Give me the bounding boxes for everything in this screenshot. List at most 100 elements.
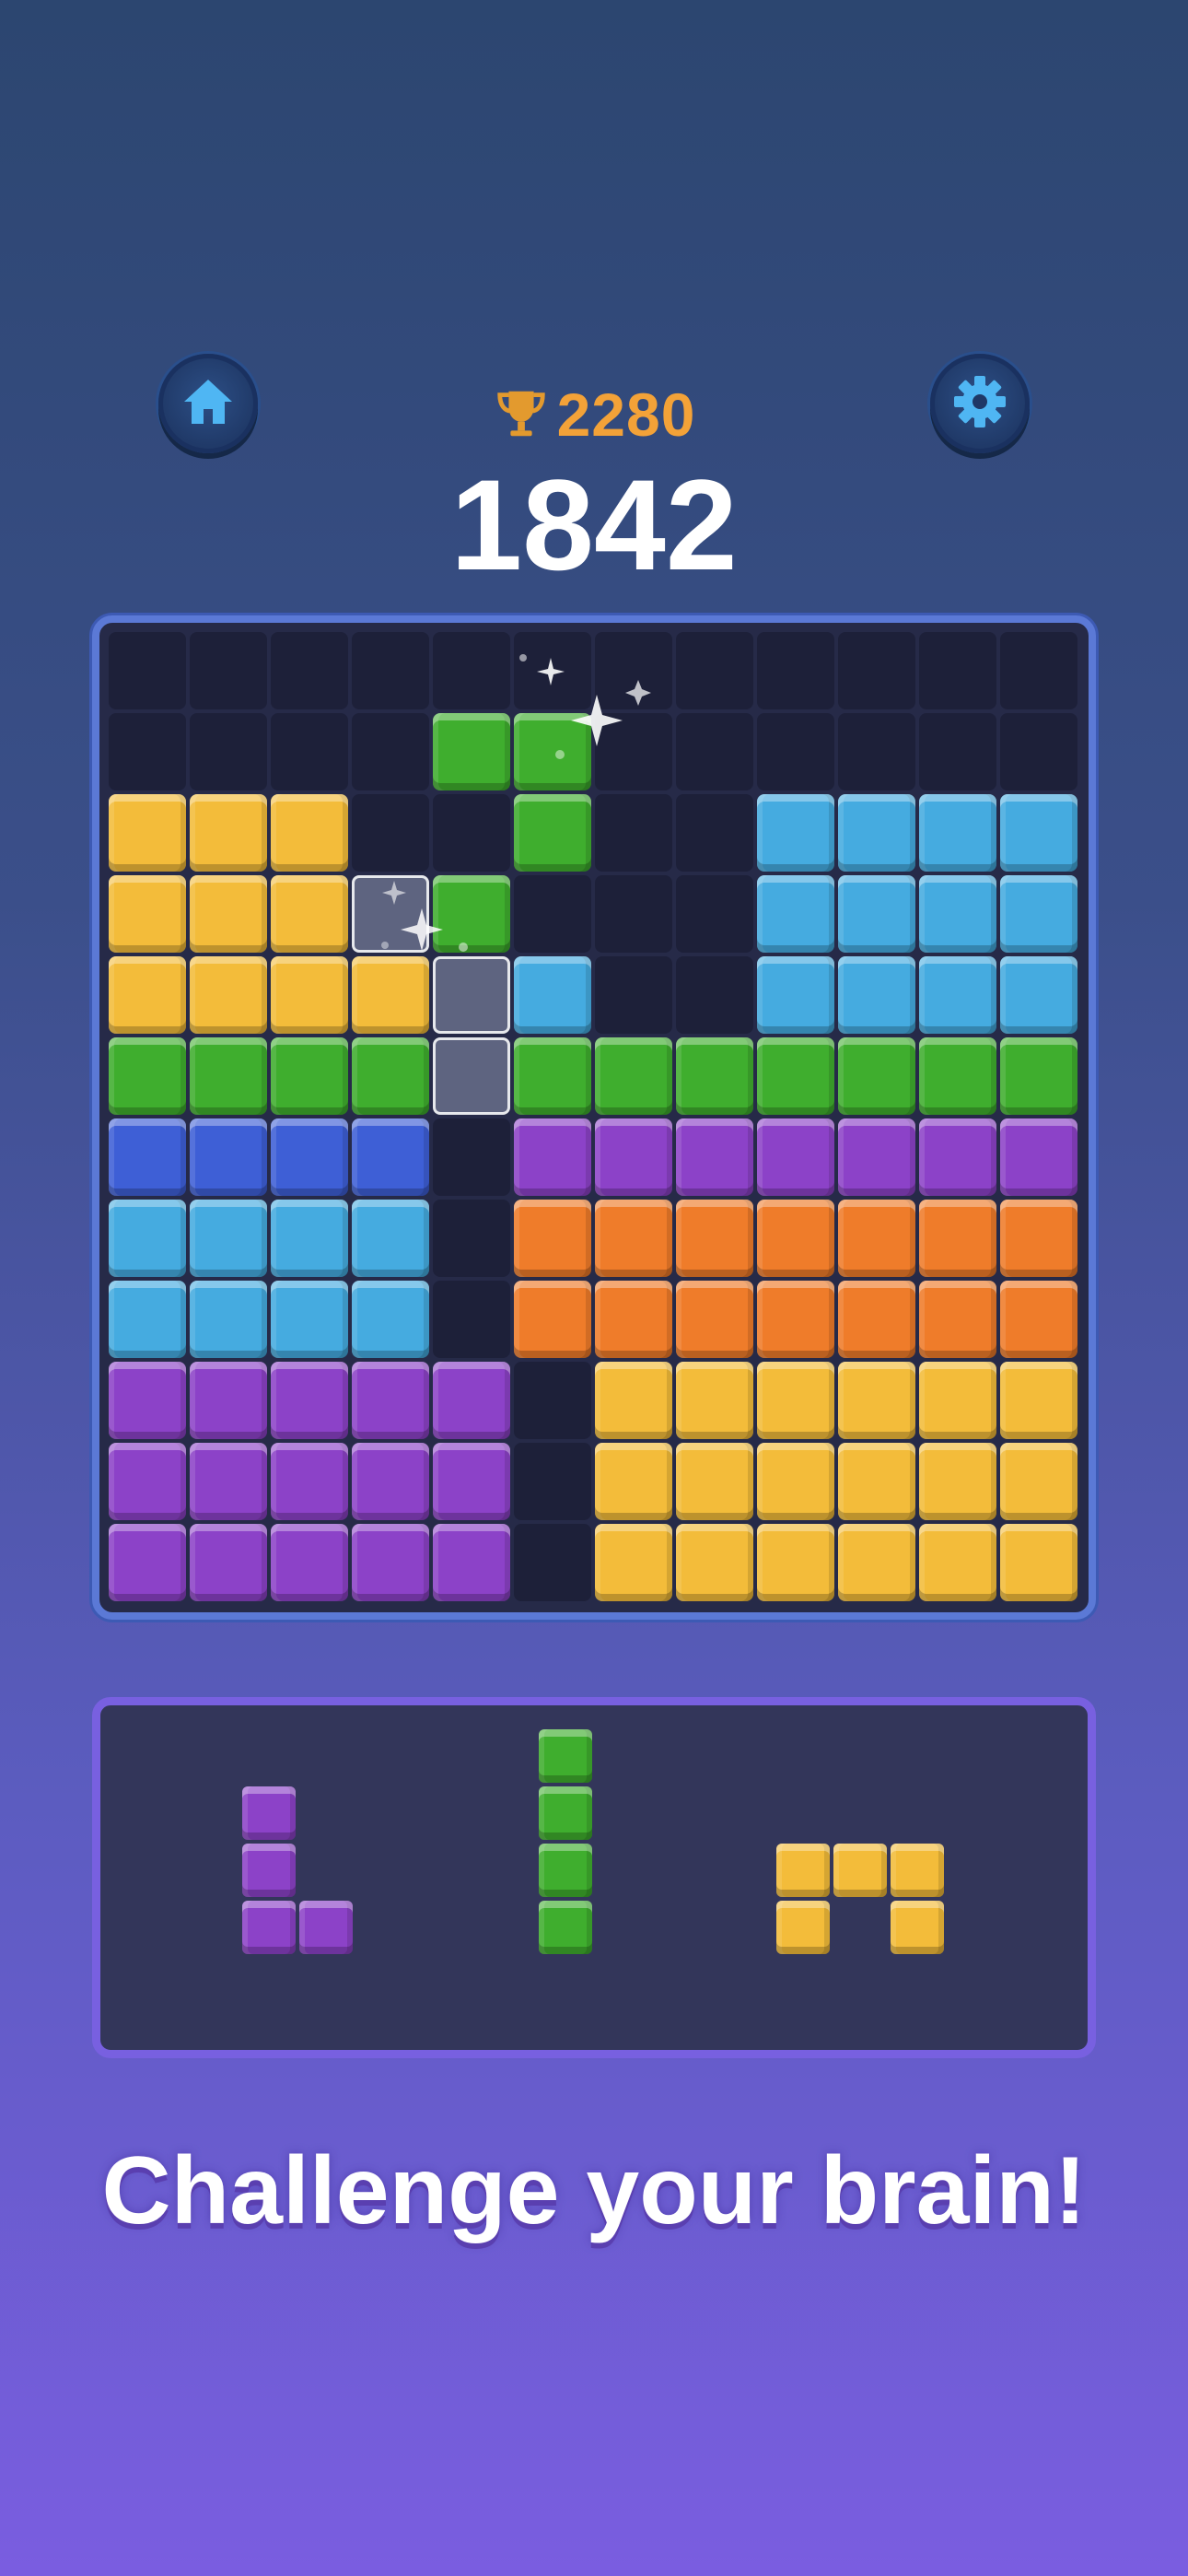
- filled-block: [595, 1443, 672, 1520]
- piece-block: [242, 1901, 296, 1954]
- piece-block: [299, 1901, 353, 1954]
- filled-block: [352, 1524, 429, 1601]
- filled-block: [595, 1362, 672, 1439]
- filled-block: [595, 1524, 672, 1601]
- empty-cell: [1000, 632, 1077, 709]
- filled-block: [676, 1118, 753, 1196]
- filled-block: [109, 1281, 186, 1358]
- empty-cell: [676, 875, 753, 953]
- filled-block: [838, 956, 915, 1034]
- piece-block: [242, 1786, 296, 1840]
- filled-block: [1000, 875, 1077, 953]
- filled-block: [676, 1443, 753, 1520]
- filled-block: [838, 1362, 915, 1439]
- filled-block: [1000, 1281, 1077, 1358]
- empty-cell: [433, 1200, 510, 1277]
- filled-block: [595, 1200, 672, 1277]
- filled-block: [271, 1281, 348, 1358]
- empty-cell: [919, 632, 996, 709]
- empty-cell: [433, 1118, 510, 1196]
- filled-block: [109, 1037, 186, 1115]
- filled-block: [271, 875, 348, 953]
- empty-cell: [838, 632, 915, 709]
- filled-block: [595, 1281, 672, 1358]
- filled-block: [919, 1281, 996, 1358]
- filled-block: [109, 1443, 186, 1520]
- filled-block: [919, 794, 996, 872]
- current-score: 1842: [450, 452, 738, 597]
- filled-block: [919, 956, 996, 1034]
- placement-preview-cell: [433, 1037, 510, 1115]
- empty-cell: [514, 1362, 591, 1439]
- filled-block: [1000, 1443, 1077, 1520]
- filled-block: [271, 1443, 348, 1520]
- filled-block: [595, 1118, 672, 1196]
- game-board[interactable]: [92, 615, 1096, 1620]
- filled-block: [676, 1037, 753, 1115]
- empty-cell: [352, 713, 429, 790]
- filled-block: [109, 1200, 186, 1277]
- filled-block: [838, 1443, 915, 1520]
- filled-block: [433, 1362, 510, 1439]
- filled-block: [919, 1118, 996, 1196]
- filled-block: [190, 1281, 267, 1358]
- best-score-value: 2280: [556, 381, 696, 449]
- filled-block: [757, 1443, 834, 1520]
- empty-cell: [919, 713, 996, 790]
- filled-block: [271, 1524, 348, 1601]
- filled-block: [433, 1443, 510, 1520]
- filled-block: [595, 1037, 672, 1115]
- filled-block: [838, 1118, 915, 1196]
- piece-block: [539, 1901, 592, 1954]
- filled-block: [190, 794, 267, 872]
- filled-block: [352, 1037, 429, 1115]
- filled-block: [757, 1037, 834, 1115]
- sparkle-effect: [519, 654, 651, 759]
- piece-block: [891, 1844, 944, 1897]
- filled-block: [1000, 956, 1077, 1034]
- filled-block: [271, 956, 348, 1034]
- filled-block: [271, 1118, 348, 1196]
- best-score: 2280: [0, 380, 1188, 450]
- filled-block: [757, 1200, 834, 1277]
- filled-block: [757, 1524, 834, 1601]
- filled-block: [514, 794, 591, 872]
- filled-block: [676, 1524, 753, 1601]
- empty-cell: [271, 632, 348, 709]
- filled-block: [109, 1362, 186, 1439]
- empty-cell: [757, 713, 834, 790]
- filled-block: [109, 794, 186, 872]
- board-grid: [109, 632, 1081, 1605]
- filled-block: [757, 1362, 834, 1439]
- empty-cell: [433, 794, 510, 872]
- empty-cell: [271, 713, 348, 790]
- filled-block: [838, 1524, 915, 1601]
- piece-block: [776, 1901, 830, 1954]
- filled-block: [919, 1037, 996, 1115]
- filled-block: [514, 1037, 591, 1115]
- piece-block: [833, 1844, 887, 1897]
- filled-block: [190, 1118, 267, 1196]
- filled-block: [271, 1037, 348, 1115]
- empty-cell: [676, 794, 753, 872]
- empty-cell: [190, 713, 267, 790]
- filled-block: [919, 875, 996, 953]
- filled-block: [1000, 1200, 1077, 1277]
- piece-block: [539, 1729, 592, 1783]
- filled-block: [352, 1118, 429, 1196]
- filled-block: [271, 1200, 348, 1277]
- filled-block: [676, 1200, 753, 1277]
- empty-cell: [190, 632, 267, 709]
- empty-cell: [838, 713, 915, 790]
- empty-cell: [1000, 713, 1077, 790]
- filled-block: [1000, 1118, 1077, 1196]
- filled-block: [838, 1281, 915, 1358]
- filled-block: [1000, 1524, 1077, 1601]
- empty-cell: [757, 632, 834, 709]
- empty-cell: [109, 632, 186, 709]
- empty-cell: [352, 794, 429, 872]
- empty-cell: [514, 1524, 591, 1601]
- filled-block: [514, 1281, 591, 1358]
- filled-block: [1000, 794, 1077, 872]
- piece-block: [891, 1901, 944, 1954]
